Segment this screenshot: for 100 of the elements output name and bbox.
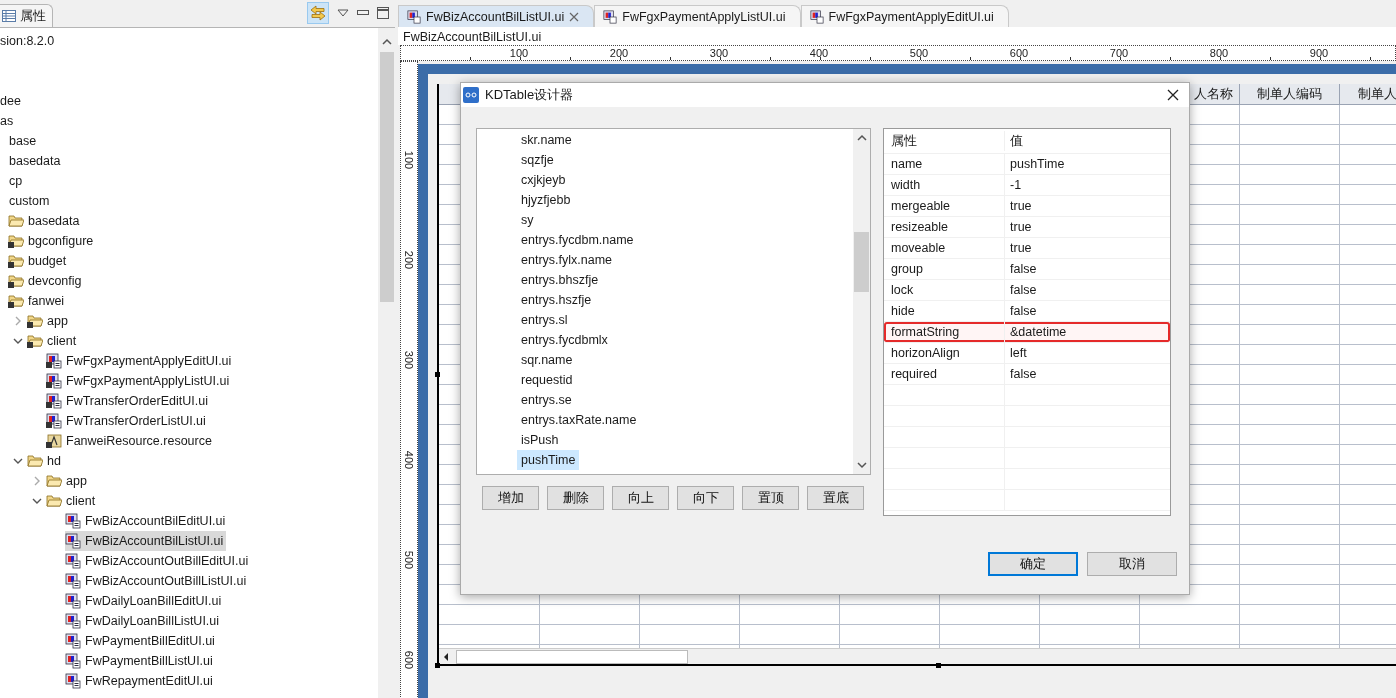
expanded-chevron-icon[interactable] [13, 456, 23, 466]
tree-item[interactable]: FwDailyLoanBillEditUI.ui [65, 591, 225, 611]
selected-tree-item[interactable]: FwBizAccountBilListUI.ui [65, 531, 227, 551]
property-value[interactable]: true [1005, 238, 1170, 258]
tree-item[interactable]: FanweiResource.resource [46, 431, 215, 451]
tree-item[interactable]: FwFgxPaymentApplyEditUI.ui [46, 351, 235, 371]
list-item[interactable]: sy [517, 210, 538, 230]
property-value[interactable]: true [1005, 196, 1170, 216]
list-item[interactable]: entrys.se [517, 390, 576, 410]
tree-item[interactable]: FwBizAccountOutBillListUI.ui [65, 571, 250, 591]
property-value[interactable]: false [1005, 280, 1170, 300]
list-button[interactable]: 置底 [807, 486, 864, 510]
tree-item[interactable]: cp [9, 174, 23, 188]
list-item[interactable]: entrys.bhszfje [517, 270, 603, 290]
editor-tab[interactable]: FwFgxPaymentApplyListUI.ui [594, 5, 801, 27]
scrollbar-thumb[interactable] [854, 232, 869, 292]
property-row[interactable]: moveable true [884, 238, 1170, 259]
tree-item[interactable]: devconfig [8, 271, 85, 291]
list-item[interactable]: entrys.hszfje [517, 290, 596, 310]
list-button[interactable]: 删除 [547, 486, 604, 510]
tree-item[interactable]: sion:8.2.0 [0, 34, 55, 48]
property-row[interactable]: required false [884, 364, 1170, 385]
property-value[interactable]: false [1005, 259, 1170, 279]
list-item[interactable]: sqr.name [517, 350, 577, 370]
close-icon[interactable] [1167, 89, 1179, 101]
scroll-down-icon[interactable] [856, 461, 867, 469]
property-row[interactable]: mergeable true [884, 196, 1170, 217]
tree-item[interactable]: basedata [8, 211, 83, 231]
property-value[interactable]: left [1005, 343, 1170, 363]
dropdown-icon[interactable] [337, 9, 349, 17]
expanded-chevron-icon[interactable] [13, 336, 23, 346]
property-value[interactable]: -1 [1005, 175, 1170, 195]
tree-item[interactable]: FwFgxPaymentApplyListUI.ui [46, 371, 233, 391]
tree-item[interactable]: bgconfigure [8, 231, 97, 251]
list-item[interactable]: cxjkjeyb [517, 170, 570, 190]
tree-item[interactable]: FwTransferOrderEditUI.ui [46, 391, 211, 411]
property-row[interactable]: resizeable true [884, 217, 1170, 238]
tree-item[interactable]: client [46, 491, 99, 511]
property-row[interactable]: name pushTime [884, 154, 1170, 175]
list-button[interactable]: 增加 [482, 486, 539, 510]
list-item[interactable]: entrys.sl [517, 310, 572, 330]
tree-item[interactable]: base [9, 134, 37, 148]
tree-item[interactable]: app [46, 471, 90, 491]
tree-item[interactable]: budget [8, 251, 70, 271]
tree-item[interactable]: FwDailyLoanBillListUI.ui [65, 611, 223, 631]
property-row[interactable]: formatString &datetime [884, 322, 1170, 343]
resize-handle[interactable] [435, 372, 440, 377]
maximize-icon[interactable] [377, 7, 389, 19]
property-value[interactable]: false [1005, 301, 1170, 321]
tree-item[interactable]: app [27, 311, 71, 331]
tree-item[interactable]: FwBizAccountBilEditUI.ui [65, 511, 229, 531]
expanded-chevron-icon[interactable] [32, 496, 42, 506]
scrollbar-thumb[interactable] [379, 52, 394, 302]
list-button[interactable]: 向下 [677, 486, 734, 510]
folder-icon [27, 454, 43, 468]
property-value[interactable]: pushTime [1005, 154, 1170, 174]
list-item[interactable]: pushTime [517, 450, 580, 470]
property-value[interactable]: false [1005, 364, 1170, 384]
list-item[interactable]: sqzfje [517, 150, 558, 170]
tree-item[interactable]: basedata [9, 154, 61, 168]
list-item[interactable]: hjyzfjebb [517, 190, 575, 210]
tree-item[interactable]: dee [0, 94, 21, 108]
resize-handle[interactable] [435, 663, 440, 668]
scrollbar-thumb[interactable] [456, 649, 688, 664]
tree-item[interactable]: FwPaymentBillEditUI.ui [65, 631, 218, 651]
list-item[interactable]: entrys.fycdbmlx [517, 330, 612, 350]
tree-item[interactable]: FwBizAccountOutBillEditUI.ui [65, 551, 252, 571]
property-row[interactable]: lock false [884, 280, 1170, 301]
editor-tab[interactable]: FwBizAccountBilListUI.ui [398, 5, 595, 27]
property-row[interactable]: horizonAlign left [884, 343, 1170, 364]
ok-button[interactable]: 确定 [988, 552, 1078, 576]
tree-item[interactable]: as [0, 114, 14, 128]
list-item[interactable]: entrys.fylx.name [517, 250, 616, 270]
list-button[interactable]: 向上 [612, 486, 669, 510]
tree-item[interactable]: FwPaymentBillListUI.ui [65, 651, 216, 671]
minimize-icon[interactable] [357, 10, 369, 16]
tree-item[interactable]: client [27, 331, 80, 351]
tree-item[interactable]: FwTransferOrderListUI.ui [46, 411, 209, 431]
scroll-up-icon[interactable] [380, 38, 393, 46]
cancel-button[interactable]: 取消 [1087, 552, 1177, 576]
property-value[interactable]: &datetime [1005, 322, 1170, 342]
properties-tab[interactable]: 属性 [0, 4, 53, 27]
scroll-up-icon[interactable] [856, 134, 867, 142]
editor-tab[interactable]: FwFgxPaymentApplyEditUI.ui [800, 5, 1009, 27]
property-value[interactable]: true [1005, 217, 1170, 237]
folder-icon [46, 474, 62, 488]
sync-arrows-icon[interactable] [307, 2, 329, 24]
list-item[interactable]: requestid [517, 370, 577, 390]
tree-item[interactable]: hd [27, 451, 64, 471]
property-row[interactable]: group false [884, 259, 1170, 280]
tree-item[interactable]: fanwei [8, 291, 68, 311]
resize-handle[interactable] [936, 663, 941, 668]
list-item[interactable]: entrys.taxRate.name [517, 410, 641, 430]
property-row[interactable]: width -1 [884, 175, 1170, 196]
tree-item[interactable]: custom [9, 194, 50, 208]
list-button[interactable]: 置顶 [742, 486, 799, 510]
list-item[interactable]: skr.name [517, 130, 576, 150]
tree-item[interactable]: FwRepaymentEditUI.ui [65, 671, 216, 691]
list-item[interactable]: entrys.fycdbm.name [517, 230, 638, 250]
list-item[interactable]: isPush [517, 430, 563, 450]
